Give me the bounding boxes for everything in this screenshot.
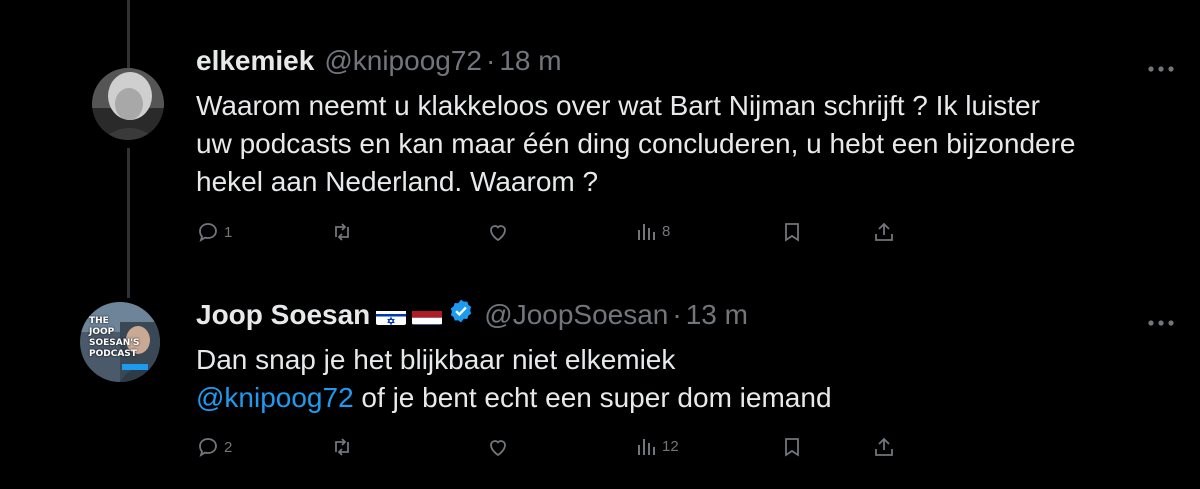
display-name[interactable]: Joop Soesan (196, 298, 370, 332)
views-count: 12 (662, 437, 679, 455)
tweet-text: Waarom neemt u klakkeloos over wat Bart … (196, 87, 1171, 201)
tweet-joopsoesan[interactable]: THE JOOP SOESAN'S PODCAST Joop Soesan @J… (0, 280, 1200, 489)
action-bar: 1 8 (196, 220, 916, 250)
repost-button[interactable] (330, 435, 354, 459)
avatar[interactable]: THE JOOP SOESAN'S PODCAST (80, 302, 160, 382)
views-icon (638, 439, 655, 455)
tweet-text-line: @knipoog72 of je bent echt een super dom… (196, 379, 1171, 417)
timestamp[interactable]: 13 m (686, 298, 748, 332)
tweet-elkemiek[interactable]: elkemiek @knipoog72 · 18 m Waarom neemt … (0, 0, 1200, 280)
share-button[interactable] (872, 435, 896, 459)
separator: · (485, 45, 496, 76)
more-icon[interactable] (1148, 308, 1174, 328)
more-icon[interactable] (1148, 54, 1174, 74)
timestamp[interactable]: 18 m (499, 44, 561, 78)
like-button[interactable] (486, 435, 510, 459)
tweet-text: Dan snap je het blijkbaar niet elkemiek … (196, 341, 1171, 417)
bookmark-icon (785, 438, 799, 457)
like-icon (490, 440, 506, 457)
share-icon (875, 437, 893, 456)
display-name[interactable]: elkemiek (196, 44, 314, 78)
avatar[interactable] (92, 68, 164, 140)
tweet-header: Joop Soesan @JoopSoesan · 13 m (196, 298, 748, 332)
reply-button[interactable]: 1 (196, 220, 232, 244)
bookmark-button[interactable] (780, 220, 804, 244)
views-icon (638, 224, 655, 240)
repost-icon (335, 223, 349, 241)
tweet-text-line: uw podcasts en kan maar één ding conclud… (196, 128, 1076, 159)
tweet-text-line: hekel aan Nederland. Waarom ? (196, 166, 599, 197)
bookmark-icon (785, 223, 799, 242)
handle[interactable]: @knipoog72 (324, 44, 482, 78)
tweet-text-line: Dan snap je het blijkbaar niet elkemiek (196, 344, 676, 375)
separator: · (672, 299, 682, 330)
reply-icon (199, 438, 217, 457)
action-bar: 2 12 (196, 435, 916, 465)
share-icon (875, 222, 893, 241)
israel-flag-icon (376, 305, 407, 325)
like-icon (490, 225, 506, 242)
repost-button[interactable] (330, 220, 354, 244)
reply-icon (199, 223, 217, 242)
share-button[interactable] (872, 220, 896, 244)
verified-badge-icon[interactable] (448, 298, 474, 332)
tweet-text-line: Waarom neemt u klakkeloos over wat Bart … (196, 90, 1040, 121)
netherlands-flag-icon (412, 305, 443, 325)
handle[interactable]: @JoopSoesan (484, 298, 668, 332)
reply-count: 1 (224, 223, 233, 241)
repost-icon (335, 438, 349, 456)
mention-link[interactable]: @knipoog72 (196, 382, 354, 413)
like-button[interactable] (486, 220, 510, 244)
views-button[interactable]: 8 (636, 220, 670, 242)
tweet-text-rest: of je bent echt een super dom iemand (353, 382, 832, 413)
bookmark-button[interactable] (780, 435, 804, 459)
reply-count: 2 (224, 438, 233, 456)
views-count: 8 (662, 222, 671, 240)
tweet-header: elkemiek @knipoog72 · 18 m (196, 44, 562, 78)
avatar-text: THE JOOP SOESAN'S PODCAST (89, 316, 140, 359)
reply-button[interactable]: 2 (196, 435, 232, 459)
views-button[interactable]: 12 (636, 435, 679, 457)
